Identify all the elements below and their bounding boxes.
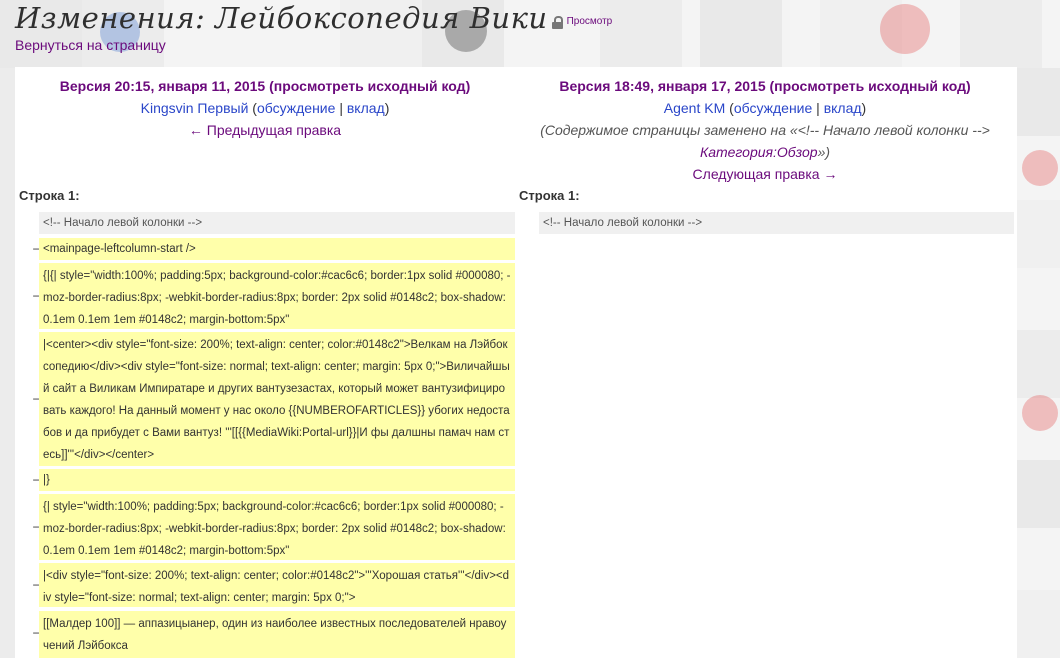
right-line-label: Строка 1: — [519, 188, 580, 203]
diff-deleted-row: − {|{| style="width:100%; padding:5px; b… — [15, 263, 515, 329]
diff-deleted-row: − |} — [15, 469, 515, 491]
category-link[interactable]: Категория:Обзор — [700, 144, 818, 160]
previous-edit-link[interactable]: ← Предыдущая правка — [189, 122, 341, 138]
diff-deleted-row: − |<div style="font-size: 200%; text-ali… — [15, 563, 515, 607]
left-contribs-link[interactable]: вклад — [347, 100, 385, 116]
right-context-line: <!-- Начало левой колонки --> — [539, 212, 1014, 234]
right-author-link[interactable]: Agent KM — [664, 100, 725, 116]
lock-icon — [551, 16, 563, 29]
right-revision-header: Версия 18:49, января 17, 2015 (просмотре… — [515, 75, 1015, 185]
back-to-page-link[interactable]: Вернуться на страницу — [15, 37, 612, 53]
edit-summary-text: (Содержимое страницы заменено на «<!-- Н… — [540, 122, 990, 138]
left-author-link[interactable]: Kingsvin Первый — [141, 100, 249, 116]
left-revision-header: Версия 20:15, января 11, 2015 (просмотре… — [59, 78, 471, 138]
view-link[interactable]: Просмотр — [567, 16, 613, 27]
left-view-source-link[interactable]: просмотреть исходный код — [274, 78, 466, 94]
diff-deleted-row: − <mainpage-leftcolumn-start /> — [15, 238, 515, 260]
deleted-line: |<div style="font-size: 200%; text-align… — [39, 563, 515, 607]
right-talk-link[interactable]: обсуждение — [734, 100, 812, 116]
edit-summary: (Содержимое страницы заменено на «<!-- Н… — [515, 119, 1015, 141]
diff-deleted-row: − [[Малдер 100]] — аппазицыанер, один из… — [15, 611, 515, 658]
left-version-label[interactable]: Версия 20:15, января 11, 2015 — [60, 78, 265, 94]
left-context-line: <!-- Начало левой колонки --> — [39, 212, 515, 234]
left-talk-link[interactable]: обсуждение — [257, 100, 335, 116]
next-edit-link[interactable]: Следующая правка → — [693, 166, 838, 182]
diff-deleted-row: − |<center><div style="font-size: 200%; … — [15, 332, 515, 466]
deleted-line: {|{| style="width:100%; padding:5px; bac… — [39, 263, 515, 329]
left-line-label: Строка 1: — [19, 188, 80, 203]
page-header: Изменения: Лейбоксопедия Вики Просмотр В… — [15, 0, 612, 53]
deleted-line: {| style="width:100%; padding:5px; backg… — [39, 494, 515, 560]
right-version-label[interactable]: Версия 18:49, января 17, 2015 — [559, 78, 765, 94]
deleted-line: [[Малдер 100]] — аппазицыанер, один из н… — [39, 611, 515, 658]
diff-content: Версия 20:15, января 11, 2015 (просмотре… — [15, 67, 1017, 658]
right-contribs-link[interactable]: вклад — [824, 100, 862, 116]
right-view-source-link[interactable]: просмотреть исходный код — [774, 78, 966, 94]
page-title: Изменения: Лейбоксопедия Вики — [15, 1, 548, 35]
edit-summary-end: ») — [817, 144, 831, 160]
deleted-line: |<center><div style="font-size: 200%; te… — [39, 332, 515, 466]
diff-deleted-row: − {| style="width:100%; padding:5px; bac… — [15, 494, 515, 560]
deleted-line: |} — [39, 469, 515, 491]
deleted-line: <mainpage-leftcolumn-start /> — [39, 238, 515, 260]
